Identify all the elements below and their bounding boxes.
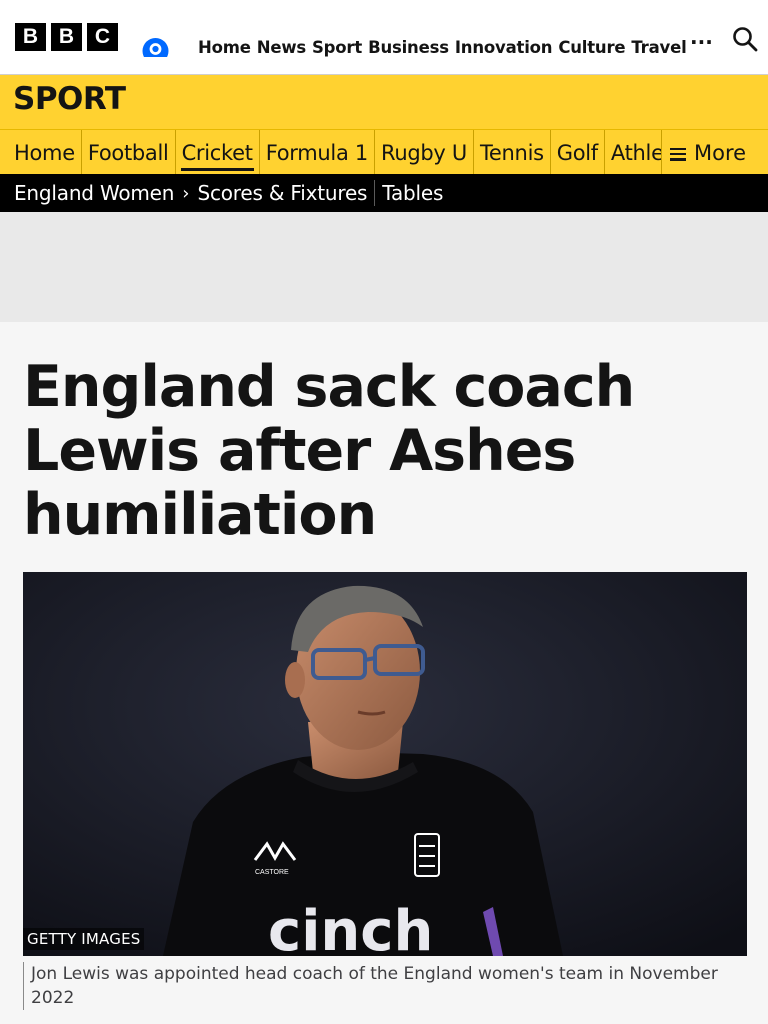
image-credit: GETTY IMAGES [23, 928, 145, 950]
masthead: B B C Home News Sport Business Innovatio… [0, 0, 768, 75]
sport-nav: Home Football Cricket Formula 1 Rugby U … [0, 129, 768, 174]
top-nav: Home News Sport Business Innovation Cult… [198, 38, 687, 57]
subnav-england-women[interactable]: England Women [14, 181, 174, 205]
subnav-tables[interactable]: Tables [382, 181, 443, 205]
shirt-sponsor-text: cinch [268, 899, 433, 956]
sport-banner: SPORT [0, 75, 768, 129]
top-nav-sport[interactable]: Sport [312, 38, 362, 57]
more-label: More [694, 140, 747, 165]
shirt-brand-text: CASTORE [255, 869, 289, 876]
chevron-right-icon: › [182, 182, 190, 204]
sport-title[interactable]: SPORT [13, 81, 126, 117]
bbc-logo-letter: B [51, 23, 82, 51]
top-nav-culture[interactable]: Culture [558, 38, 625, 57]
advert-placeholder [0, 212, 768, 322]
subnav-divider [374, 180, 376, 206]
account-icon[interactable] [140, 38, 171, 64]
top-nav-travel[interactable]: Travel [631, 38, 686, 57]
sport-nav-cricket[interactable]: Cricket [176, 130, 260, 174]
more-menu-icon[interactable]: ··· [690, 30, 713, 54]
article-image: CASTORE cinch GETTY IMAGES [23, 572, 747, 956]
sport-nav-home[interactable]: Home [8, 130, 82, 174]
image-caption: Jon Lewis was appointed head coach of th… [23, 962, 723, 1010]
cricket-subnav: England Women › Scores & Fixtures Tables [0, 174, 768, 212]
sport-nav-formula-1[interactable]: Formula 1 [260, 130, 375, 174]
hamburger-icon [670, 147, 686, 161]
top-nav-news[interactable]: News [257, 38, 306, 57]
sport-nav-tennis[interactable]: Tennis [474, 130, 551, 174]
sport-nav-golf[interactable]: Golf [551, 130, 605, 174]
search-icon[interactable] [732, 26, 758, 52]
bbc-logo-letter: B [15, 23, 46, 51]
bbc-logo-letter: C [87, 23, 118, 51]
sport-nav-rugby-union[interactable]: Rugby U [375, 130, 474, 174]
sport-nav-football[interactable]: Football [82, 130, 176, 174]
top-nav-business[interactable]: Business [368, 38, 449, 57]
top-nav-home[interactable]: Home [198, 38, 251, 57]
subnav-scores-fixtures[interactable]: Scores & Fixtures [197, 181, 367, 205]
bbc-logo[interactable]: B B C [15, 23, 118, 51]
article-headline: England sack coach Lewis after Ashes hum… [23, 354, 635, 548]
top-nav-innovation[interactable]: Innovation [455, 38, 553, 57]
sport-nav-more-button[interactable]: More [661, 130, 768, 174]
coach-photo-illustration: CASTORE cinch [23, 572, 747, 956]
